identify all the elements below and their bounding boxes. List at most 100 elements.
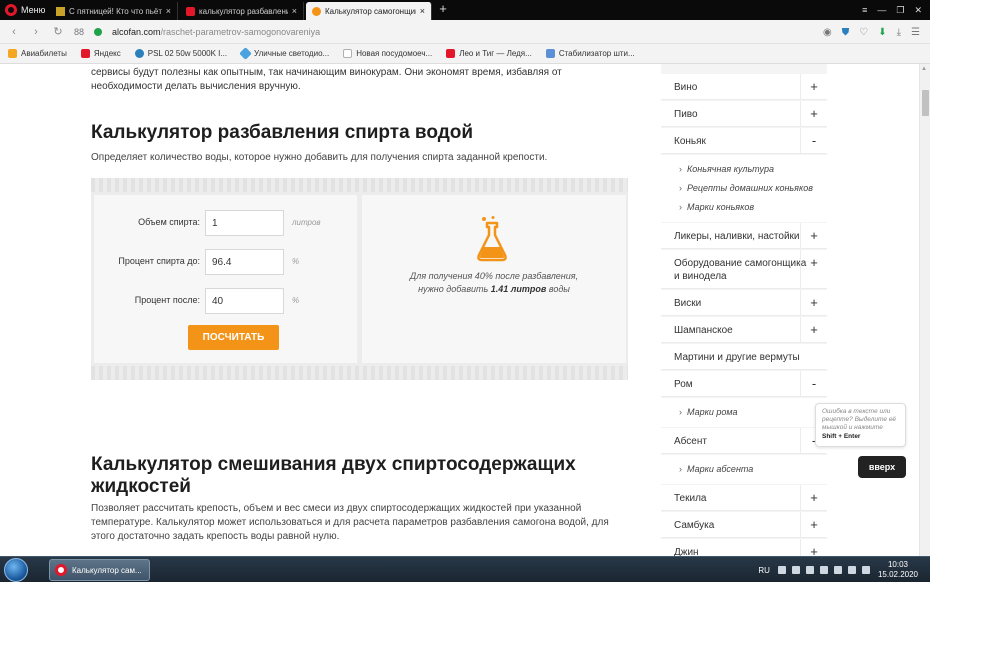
bookmark-item[interactable]: Яндекс — [80, 49, 121, 58]
sidebar-item-sambuca[interactable]: Самбука + — [661, 512, 827, 538]
window-controls: ≡ — ❐ ✕ — [862, 0, 930, 20]
expand-toggle[interactable]: + — [800, 485, 827, 510]
strength-before-label: Процент спирта до: — [118, 256, 200, 266]
minimize-icon[interactable]: — — [877, 5, 886, 15]
sidebar-item-label: Шампанское — [674, 325, 733, 336]
sidebar-item-wine[interactable]: Вино + — [661, 74, 827, 100]
tab-2[interactable]: калькулятор разбавления × — [180, 2, 304, 20]
volume-input[interactable] — [205, 210, 284, 236]
shield-icon[interactable]: ⛊ — [842, 27, 850, 38]
expand-toggle[interactable]: + — [800, 101, 827, 126]
expand-toggle[interactable]: + — [800, 290, 827, 315]
page-scrollbar[interactable]: ▲ — [919, 64, 930, 556]
intro-text: сервисы будут полезны как опытным, так н… — [91, 67, 562, 92]
tab-1[interactable]: С пятницей! Кто что пьёт × — [50, 2, 178, 20]
expand-toggle[interactable]: + — [800, 539, 827, 556]
expand-toggle[interactable]: + — [800, 250, 827, 288]
sidebar-item-beer[interactable]: Пиво + — [661, 101, 827, 127]
submenu-item[interactable]: Марки абсента — [679, 464, 753, 474]
calc-description: Определяет количество воды, которое нужн… — [91, 152, 548, 163]
sidebar-item-label: Абсент — [674, 436, 707, 447]
bookmark-item[interactable]: PSL 02 50w 5000K I... — [134, 49, 228, 58]
back-icon[interactable]: ‹ — [8, 26, 20, 38]
close-icon[interactable]: × — [292, 6, 297, 16]
sidebar-item-cognac[interactable]: Коньяк - — [661, 128, 827, 154]
bookmark-item[interactable]: Стабилизатор шти... — [545, 49, 635, 58]
strength-after-input[interactable] — [205, 288, 284, 314]
display-icon[interactable] — [833, 566, 842, 574]
tab-strip: Меню С пятницей! Кто что пьёт × калькуля… — [0, 0, 930, 20]
opera-menu-button[interactable]: Меню — [0, 0, 48, 20]
bookmarks-bar: Авиабилеты Яндекс PSL 02 50w 5000K I... … — [0, 44, 930, 64]
scroll-top-button[interactable]: вверх — [858, 456, 906, 478]
network-icon[interactable] — [805, 566, 814, 574]
address-bar: ‹ › ↻ 88 alcofan.com/raschet-parametrov-… — [0, 20, 930, 44]
submenu-item[interactable]: Марки рома — [679, 407, 738, 417]
system-clock[interactable]: 10:03 15.02.2020 — [878, 560, 918, 580]
forward-icon[interactable]: › — [30, 26, 42, 38]
download-icon[interactable]: ⬇ — [878, 27, 886, 38]
settings-icon[interactable] — [847, 566, 856, 574]
opera-tray-icon[interactable] — [861, 566, 870, 574]
expand-toggle[interactable]: + — [800, 223, 827, 248]
downloads-icon[interactable]: ⤓ — [897, 27, 901, 38]
close-icon[interactable]: × — [166, 6, 171, 16]
submenu-item[interactable]: Рецепты домашних коньяков — [679, 183, 813, 193]
sidebar-item-whisky[interactable]: Виски + — [661, 290, 827, 316]
result-text: Для получения 40% после разбавления, нуж… — [362, 270, 626, 296]
sidebar-item-martini[interactable]: Мартини и другие вермуты — [661, 344, 827, 370]
bookmark-item[interactable]: Авиабилеты — [8, 49, 67, 58]
antivirus-icon[interactable] — [777, 566, 786, 574]
system-tray: RU 10:03 15.02.2020 — [758, 557, 930, 582]
start-button[interactable] — [4, 558, 28, 582]
cognac-submenu: Коньячная культура Рецепты домашних конь… — [661, 155, 827, 222]
strength-before-input[interactable] — [205, 249, 284, 275]
bookmark-item[interactable]: Лео и Тиг — Ледя... — [446, 49, 532, 58]
taskbar-app-opera[interactable]: Калькулятор сам... — [49, 559, 150, 581]
strength-before-unit: % — [292, 257, 300, 266]
language-indicator[interactable]: RU — [758, 566, 770, 575]
flag-icon[interactable] — [819, 566, 828, 574]
sidebar-item-liqueurs[interactable]: Ликеры, наливки, настойки + — [661, 223, 827, 249]
sidebar-item-label: Самбука — [674, 520, 715, 531]
collapse-toggle[interactable]: - — [800, 128, 827, 153]
expand-toggle[interactable]: + — [800, 74, 827, 99]
bookmark-item[interactable]: Уличные светодио... — [239, 47, 329, 60]
tab-active[interactable]: Калькулятор самогонщика × — [306, 2, 432, 20]
expand-toggle[interactable]: + — [800, 317, 827, 342]
secure-lock-icon[interactable] — [94, 27, 103, 36]
submenu-item[interactable]: Марки коньяков — [679, 202, 754, 212]
calculate-button[interactable]: ПОСЧИТАТЬ — [188, 325, 279, 350]
menu-icon[interactable]: ☰ — [911, 27, 920, 38]
volume-icon[interactable] — [791, 566, 800, 574]
bookmark-item[interactable]: Новая посудомоеч... — [343, 49, 432, 58]
sidebar-item-rum[interactable]: Ром - — [661, 371, 827, 397]
maximize-icon[interactable]: ❐ — [896, 5, 904, 16]
close-icon[interactable]: × — [420, 6, 425, 16]
sidebar-item-absinthe[interactable]: Абсент - — [661, 428, 827, 454]
expand-toggle[interactable]: + — [800, 512, 827, 537]
collapse-toggle[interactable]: - — [800, 371, 827, 396]
new-tab-button[interactable]: + — [436, 1, 450, 16]
sidebar-item-label: Ликеры, наливки, настойки — [674, 231, 800, 242]
url-field[interactable]: alcofan.com/raschet-parametrov-samogonov… — [112, 27, 320, 37]
camera-icon[interactable]: ◉ — [823, 27, 832, 38]
opera-logo-icon — [5, 4, 17, 16]
taskbar-app-label: Калькулятор сам... — [72, 565, 142, 575]
diamond-icon — [239, 47, 252, 60]
menu-label: Меню — [21, 5, 46, 15]
sidebar-item-equipment[interactable]: Оборудование самогонщика и винодела + — [661, 250, 827, 289]
sidebar-item-gin[interactable]: Джин + — [661, 539, 827, 556]
reload-icon[interactable]: ↻ — [52, 25, 64, 38]
bookmark-label: PSL 02 50w 5000K I... — [147, 49, 228, 58]
scrollbar-thumb[interactable] — [922, 90, 929, 116]
tab-menu-icon[interactable]: ≡ — [862, 5, 867, 15]
sidebar-item-champagne[interactable]: Шампанское + — [661, 317, 827, 343]
heart-icon[interactable]: ♡ — [859, 27, 868, 38]
speed-dial-icon[interactable]: 88 — [74, 27, 84, 37]
sidebar-item-tequila[interactable]: Текила + — [661, 485, 827, 511]
url-host: alcofan.com — [112, 26, 161, 37]
submenu-item[interactable]: Коньячная культура — [679, 164, 774, 174]
close-window-icon[interactable]: ✕ — [914, 5, 922, 16]
scroll-up-arrow-icon[interactable]: ▲ — [921, 66, 927, 72]
